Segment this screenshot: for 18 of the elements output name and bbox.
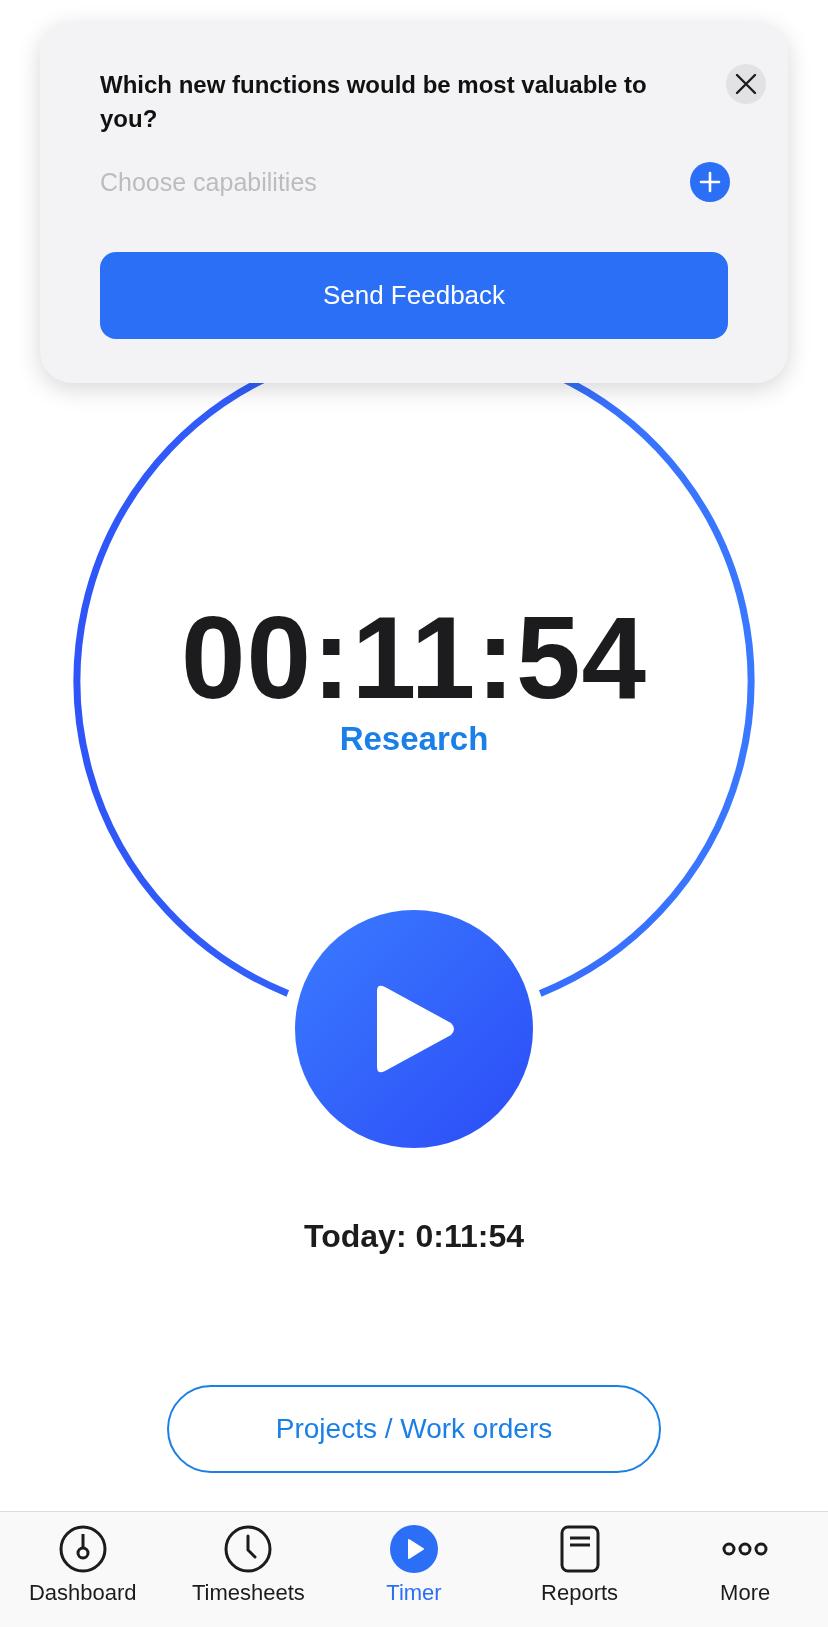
activity-name: Research: [339, 720, 489, 758]
plus-icon: [699, 171, 721, 193]
clock-icon: [223, 1524, 274, 1574]
tab[interactable]: Dashboard: [0, 1524, 166, 1606]
tab[interactable]: Reports: [496, 1524, 663, 1606]
survey-question: Which new functions would be most valuable to you?: [100, 70, 648, 134]
send-feedback-button[interactable]: Send Feedback: [100, 252, 728, 339]
close-icon: [735, 73, 757, 95]
add-button[interactable]: [690, 162, 730, 202]
tab[interactable]: Timer: [331, 1524, 497, 1606]
gauge-icon: [57, 1524, 108, 1574]
play-icon: [389, 1524, 439, 1574]
tab[interactable]: More: [662, 1524, 828, 1606]
elapsed-time: 00:11:54: [181, 598, 647, 718]
projects-button[interactable]: Projects / Work orders: [167, 1385, 661, 1473]
close-button[interactable]: [726, 64, 766, 104]
today-total: Today: 0:11:54: [304, 1218, 524, 1255]
tab[interactable]: Timesheets: [165, 1524, 332, 1606]
